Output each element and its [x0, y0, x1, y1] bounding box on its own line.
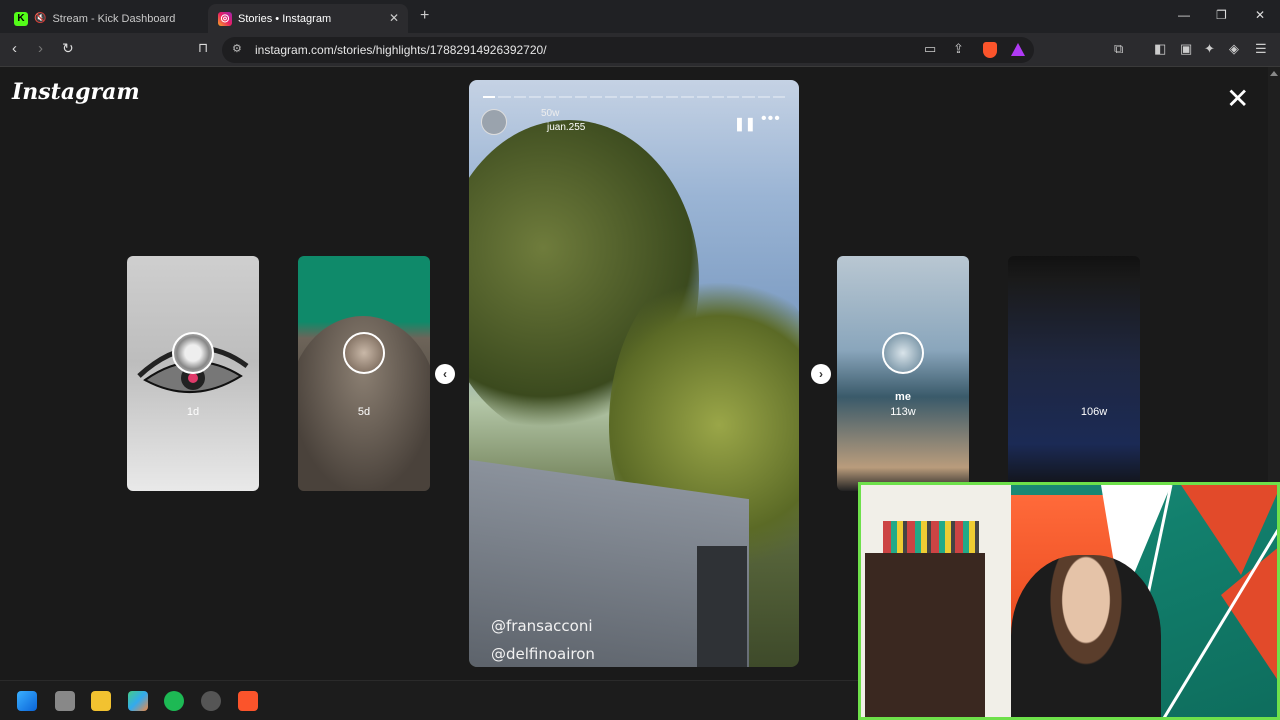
streamer [1011, 555, 1161, 717]
muted-speaker-icon[interactable]: 🔇 [34, 13, 46, 24]
tab-kick-dashboard[interactable]: K 🔇 Stream - Kick Dashboard [4, 4, 204, 33]
more-options-icon[interactable]: ••• [761, 110, 781, 128]
story-username[interactable]: juan.255 [547, 122, 585, 133]
back-icon[interactable]: ‹ [12, 40, 17, 57]
app-icon[interactable] [128, 691, 148, 711]
brave-browser-icon[interactable] [238, 691, 258, 711]
tab-title: Stream - Kick Dashboard [52, 12, 176, 25]
story-card[interactable]: me 113w [837, 256, 969, 491]
menu-icon[interactable]: ☰ [1255, 41, 1267, 57]
mention-tag[interactable]: @delfinoairon [491, 645, 595, 663]
obs-icon[interactable] [201, 691, 221, 711]
close-stories-icon[interactable]: ✕ [1226, 85, 1249, 113]
story-card[interactable]: 5d [298, 256, 430, 491]
file-explorer-icon[interactable] [91, 691, 111, 711]
vpn-icon[interactable]: ◈ [1229, 41, 1239, 57]
url-text[interactable]: instagram.com/stories/highlights/1788291… [255, 43, 547, 57]
brave-shields-icon[interactable] [983, 42, 997, 58]
new-tab-button[interactable]: + [420, 7, 429, 25]
tab-bar: K 🔇 Stream - Kick Dashboard ◎ Stories • … [0, 0, 1280, 33]
minimize-icon[interactable]: — [1178, 8, 1190, 22]
reload-icon[interactable]: ↻ [62, 40, 74, 57]
start-icon[interactable] [17, 691, 37, 711]
forward-icon[interactable]: › [38, 40, 43, 57]
card-age: 1d [186, 406, 200, 418]
active-story[interactable]: 50w juan.255 ❚❚ ••• @fransacconi @delfin… [469, 80, 799, 667]
card-title: me [895, 391, 911, 403]
previous-story-button[interactable]: ‹ [435, 364, 455, 384]
webcam-overlay [858, 482, 1280, 720]
address-bar[interactable]: ⚙ instagram.com/stories/highlights/17882… [222, 37, 1034, 63]
instagram-logo[interactable]: Instagram [12, 79, 140, 105]
card-age: 5d [357, 406, 371, 418]
bookmark-icon[interactable]: ⊓ [198, 40, 208, 56]
site-settings-icon[interactable]: ⚙ [232, 42, 242, 55]
wall-shadow [697, 546, 747, 667]
wallet-icon[interactable]: ▣ [1180, 41, 1192, 57]
avatar [172, 332, 214, 374]
navigation-bar: ‹ › ↻ ⊓ ⚙ instagram.com/stories/highligh… [0, 33, 1280, 67]
story-progress [483, 96, 785, 98]
story-card[interactable]: 106w [1008, 256, 1140, 491]
cabinet [865, 553, 985, 717]
task-view-icon[interactable] [55, 691, 75, 711]
spotify-icon[interactable] [164, 691, 184, 711]
story-avatar[interactable] [481, 109, 507, 135]
tab-instagram-stories[interactable]: ◎ Stories • Instagram ✕ [208, 4, 408, 33]
story-card[interactable]: 1d [127, 256, 259, 491]
card-age: 113w [890, 406, 916, 418]
tab-title: Stories • Instagram [238, 12, 332, 25]
restore-icon[interactable]: ❐ [1216, 8, 1227, 22]
story-time: 50w [541, 108, 560, 119]
shelf-items [883, 521, 979, 555]
next-story-button[interactable]: › [811, 364, 831, 384]
tab-close-icon[interactable]: ✕ [389, 11, 399, 25]
avatar [882, 332, 924, 374]
screenshot-icon[interactable]: ⧉ [1114, 41, 1123, 57]
window-close-icon[interactable]: ✕ [1255, 8, 1265, 22]
screen: K 🔇 Stream - Kick Dashboard ◎ Stories • … [0, 0, 1280, 720]
card-age: 106w [1080, 406, 1108, 418]
cast-icon[interactable]: ▭ [924, 41, 936, 57]
pause-icon[interactable]: ❚❚ [734, 116, 756, 132]
brave-rewards-icon[interactable] [1011, 43, 1025, 56]
share-icon[interactable]: ⇪ [953, 41, 964, 57]
kick-icon: K [14, 11, 28, 26]
taskbar [0, 680, 858, 720]
mention-tag[interactable]: @fransacconi [491, 617, 593, 635]
avatar [343, 332, 385, 374]
sidebar-icon[interactable]: ◧ [1154, 41, 1166, 57]
leo-ai-icon[interactable]: ✦ [1204, 41, 1215, 57]
instagram-icon: ◎ [218, 11, 232, 26]
